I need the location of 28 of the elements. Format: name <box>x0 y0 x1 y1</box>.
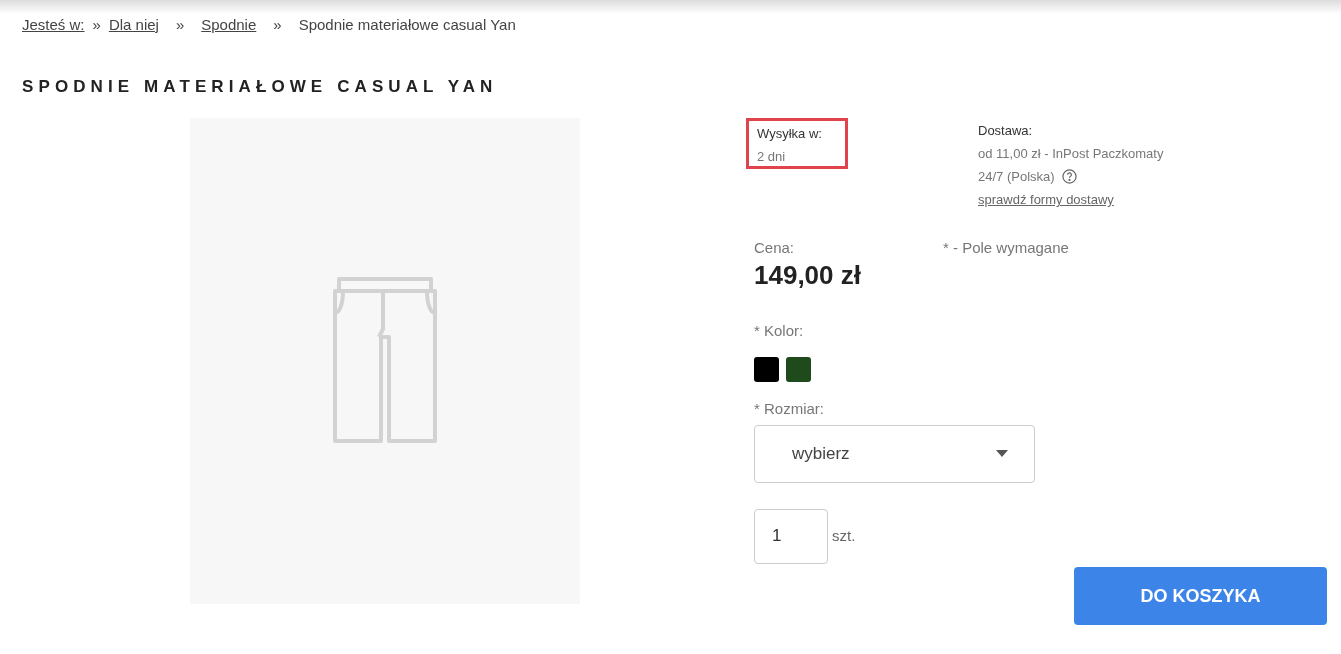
breadcrumb-separator: » <box>273 15 282 35</box>
breadcrumb-link[interactable]: Spodnie <box>201 14 257 37</box>
price-label: Cena: <box>754 238 796 258</box>
add-to-cart-button[interactable]: DO KOSZYKA <box>1074 567 1327 625</box>
delivery-label: Dostawa: <box>978 122 1034 140</box>
price: 149,00 zł <box>754 259 862 290</box>
color-label: * Kolor: <box>754 320 805 341</box>
trousers-icon <box>333 277 437 445</box>
required-note: * - Pole wymagane <box>943 238 1069 258</box>
breadcrumb-label: Jesteś w: <box>22 15 85 35</box>
breadcrumb-separator: » <box>92 15 101 35</box>
breadcrumb-link[interactable]: Dla niej <box>108 14 159 37</box>
quantity-field[interactable]: 1 <box>754 508 828 564</box>
color-swatch[interactable] <box>754 357 779 382</box>
quantity-unit: szt. <box>832 525 856 546</box>
delivery-info: od 11,00 zł - InPost Paczkomaty <box>978 145 1164 163</box>
delivery-info: 24/7 (Polska) <box>978 168 1055 186</box>
caret-icon <box>996 450 1008 457</box>
product-title: SPODNIE MATERIAŁOWE CASUAL YAN <box>22 75 499 98</box>
breadcrumb-current: Spodnie materiałowe casual Yan <box>298 15 516 35</box>
breadcrumb-separator: » <box>175 15 185 35</box>
color-swatch[interactable] <box>786 357 811 382</box>
size-label: * Rozmiar: <box>754 399 825 419</box>
shipping-time: 2 dni <box>757 147 787 166</box>
size-select[interactable]: wybierz <box>754 424 1035 483</box>
delivery-options-link[interactable]: sprawdź formy dostawy <box>978 192 1114 207</box>
help-icon[interactable] <box>1061 169 1077 184</box>
shipping-label: Wysyłka w: <box>757 125 823 143</box>
